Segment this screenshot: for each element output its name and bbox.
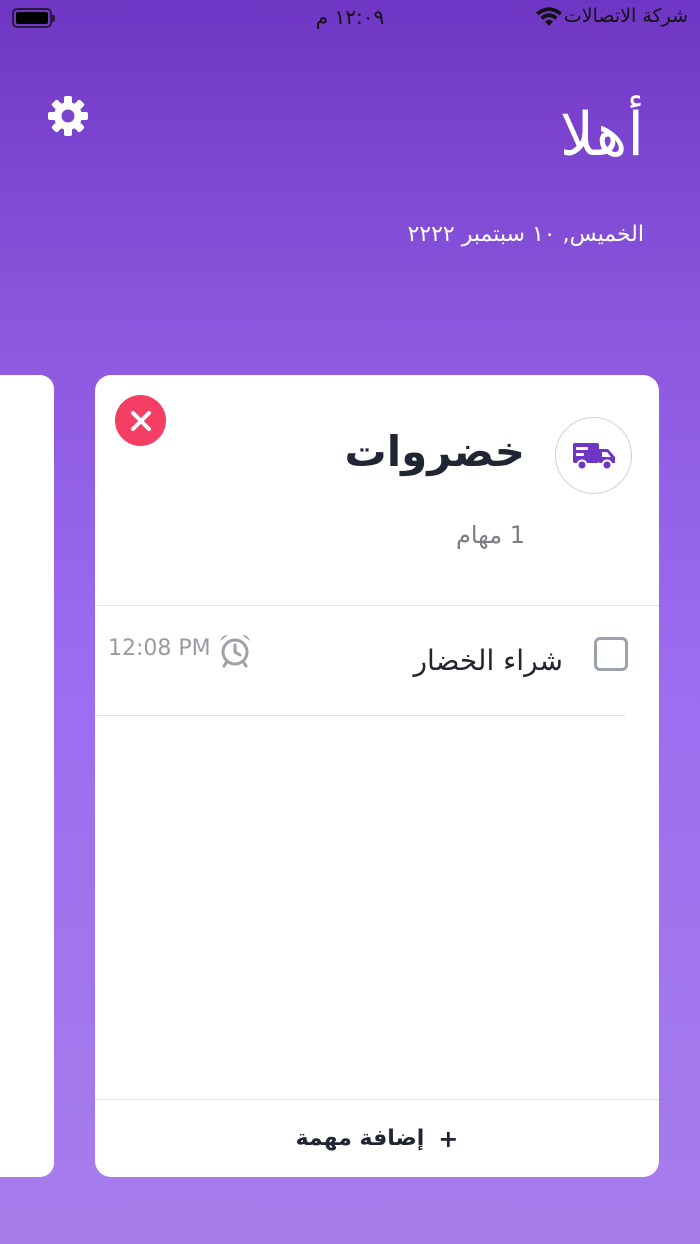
delete-card-button[interactable]	[115, 395, 166, 446]
truck-icon	[572, 442, 615, 470]
task-label: شراء الخضار	[413, 644, 563, 677]
task-checkbox[interactable]	[594, 637, 628, 671]
status-bar: ١٢:٠٩ م شركة الاتصالات	[0, 0, 700, 36]
alarm-clock-icon	[220, 635, 250, 668]
close-icon	[130, 410, 151, 431]
category-icon-badge	[555, 417, 632, 494]
plus-icon: +	[438, 1124, 459, 1153]
card-title: خضروات	[344, 427, 526, 476]
task-time: 12:08 PM	[108, 636, 211, 661]
add-task-button[interactable]: + إضافة مهمة	[95, 1100, 659, 1177]
carrier-name: شركة الاتصالات	[563, 5, 688, 27]
date-text: الخميس, ١٠ سبتمبر ٢٢٢٢	[407, 222, 644, 247]
task-row[interactable]: شراء الخضار 12:08 PM	[95, 606, 659, 716]
gear-icon[interactable]	[46, 94, 90, 138]
adjacent-card[interactable]	[0, 375, 54, 1177]
task-count: 1 مهام	[456, 521, 525, 549]
greeting-title: أهلا	[559, 100, 644, 170]
wifi-icon	[536, 7, 562, 26]
category-card: خضروات 1 مهام شراء الخضار 12:08 PM + إضا…	[95, 375, 659, 1177]
battery-icon	[12, 8, 55, 28]
add-task-label: إضافة مهمة	[295, 1126, 425, 1151]
status-time: ١٢:٠٩ م	[315, 5, 385, 29]
divider	[95, 715, 625, 716]
